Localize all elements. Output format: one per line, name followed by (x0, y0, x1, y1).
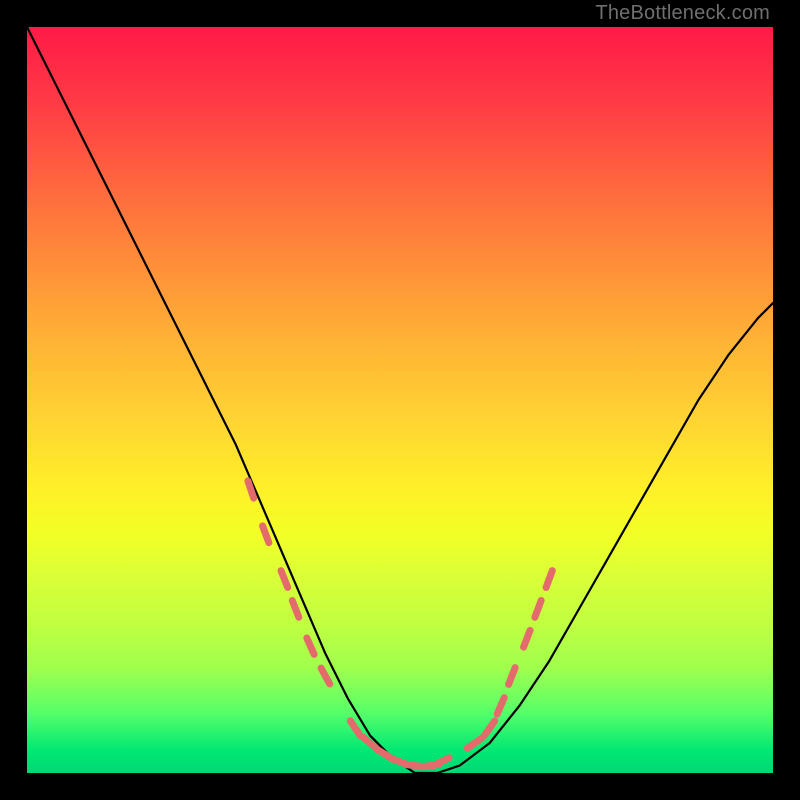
plot-area (27, 27, 773, 773)
attribution-text: TheBottleneck.com (595, 2, 770, 25)
highlight-dots (248, 481, 552, 767)
chart-svg (27, 27, 773, 773)
outer-frame: TheBottleneck.com (0, 0, 800, 800)
curve-line (27, 27, 773, 773)
